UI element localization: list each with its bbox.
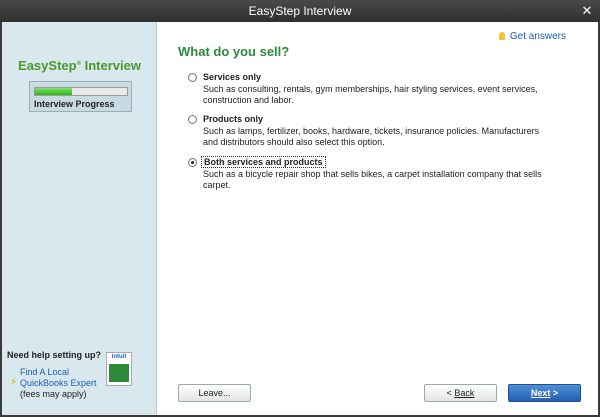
back-button[interactable]: < Back — [424, 384, 497, 402]
help-links: Find A Local ⚡ QuickBooks Expert (fees m… — [10, 367, 97, 400]
next-label: Next — [530, 388, 551, 398]
option-description: Such as consulting, rentals, gym members… — [203, 84, 538, 105]
easystep-window: EasyStep Interview ✕ EasyStep® Interview… — [0, 0, 600, 417]
find-expert-link-line2[interactable]: ⚡ QuickBooks Expert — [10, 377, 97, 389]
next-arrow: > — [550, 388, 559, 398]
title-bar: EasyStep Interview ✕ — [0, 0, 600, 22]
option-description: Such as a bicycle repair shop that sells… — [203, 169, 542, 190]
close-icon[interactable]: ✕ — [580, 0, 594, 22]
brand-suffix: Interview — [81, 58, 141, 73]
badge-stripe — [109, 364, 129, 382]
progress-fill — [35, 88, 72, 95]
find-expert-line2: QuickBooks Expert — [20, 378, 97, 388]
radio-services-only[interactable] — [188, 73, 197, 82]
help-fees: (fees may apply) — [20, 389, 87, 399]
radio-both[interactable] — [188, 158, 197, 167]
bolt-icon: ⚡ — [10, 377, 18, 388]
brand-name: EasyStep — [18, 58, 77, 73]
page-title: What do you sell? — [178, 44, 290, 59]
option-label: Products only — [203, 114, 264, 124]
progress-track — [34, 87, 128, 96]
help-title: Need help setting up? — [7, 350, 102, 360]
find-expert-line1: Find A Local — [20, 367, 70, 377]
intuit-badge: intuit — [106, 352, 132, 386]
sidebar: EasyStep® Interview Interview Progress N… — [2, 22, 157, 415]
interview-progress: Interview Progress — [29, 81, 132, 112]
main-content: Get answers What do you sell? Services o… — [158, 22, 598, 415]
get-answers-label: Get answers — [509, 31, 566, 42]
brand-logo: EasyStep® Interview — [2, 58, 157, 73]
option-description: Such as lamps, fertilizer, books, hardwa… — [203, 126, 540, 147]
radio-products-only[interactable] — [188, 115, 197, 124]
client-area: EasyStep® Interview Interview Progress N… — [2, 22, 598, 415]
next-button[interactable]: Next > — [508, 384, 581, 402]
bulb-icon — [498, 32, 505, 40]
option-label: Both services and products — [201, 156, 326, 168]
window-title: EasyStep Interview — [248, 4, 352, 18]
get-answers-link[interactable]: Get answers — [498, 31, 566, 42]
find-expert-link[interactable]: Find A Local — [10, 367, 97, 378]
back-label: Back — [454, 388, 475, 398]
progress-label: Interview Progress — [34, 99, 115, 109]
intuit-badge-label: intuit — [111, 354, 127, 360]
leave-button[interactable]: Leave... — [178, 384, 251, 402]
option-label: Services only — [203, 72, 262, 82]
